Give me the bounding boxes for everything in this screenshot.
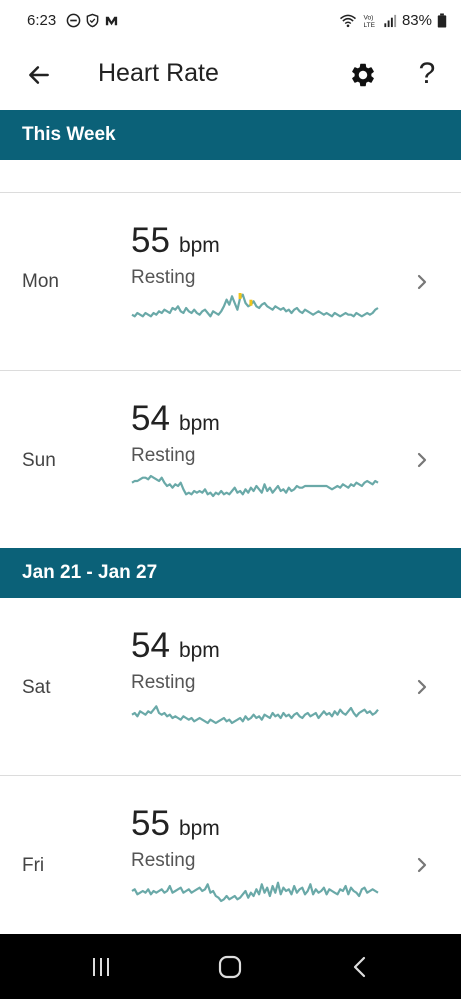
do-not-disturb-icon xyxy=(66,13,81,28)
heart-rate-sparkline xyxy=(131,881,379,903)
recent-apps-button[interactable] xyxy=(86,952,116,982)
day-row-mon[interactable]: Mon 55 bpm Resting xyxy=(0,193,461,369)
bpm-unit: bpm xyxy=(178,817,220,840)
battery-percent: 83% xyxy=(401,12,432,29)
bpm-value: 54 xyxy=(131,399,170,438)
sparkline-series xyxy=(131,881,379,903)
gear-icon xyxy=(352,63,374,87)
home-button[interactable] xyxy=(215,952,245,982)
bpm-value: 55 xyxy=(131,804,170,843)
bpm-value: 54 xyxy=(131,626,170,665)
heart-rate-sparkline xyxy=(131,705,379,725)
status-left-icons xyxy=(66,13,119,28)
battery-icon xyxy=(437,13,447,28)
bpm-reading: 54 bpm xyxy=(131,399,220,439)
sparkline-highlight xyxy=(249,299,253,306)
chevron-right-icon xyxy=(417,274,427,290)
resting-label: Resting xyxy=(131,850,196,871)
bpm-unit: bpm xyxy=(178,639,220,662)
volte-icon: Vo)LTE xyxy=(363,15,375,28)
day-label: Mon xyxy=(22,271,59,292)
day-label: Sun xyxy=(22,450,56,471)
day-row-sun[interactable]: Sun 54 bpm Resting xyxy=(0,371,461,547)
system-nav-bar xyxy=(0,934,461,999)
help-button[interactable]: ? xyxy=(408,52,446,96)
chevron-right-icon xyxy=(417,452,427,468)
chevron-right-icon xyxy=(417,857,427,873)
status-right: Vo) LTE 83% xyxy=(339,12,447,29)
page-title: Heart Rate xyxy=(98,59,219,87)
signal-icon xyxy=(384,14,397,28)
day-label: Fri xyxy=(22,855,45,876)
bpm-unit: bpm xyxy=(178,412,220,435)
day-row-sat[interactable]: Sat 54 bpm Resting xyxy=(0,598,461,774)
status-time: 6:23 xyxy=(27,12,57,29)
shield-icon xyxy=(86,13,99,28)
sparkline-series xyxy=(131,293,379,318)
recent-apps-icon xyxy=(93,958,109,976)
resting-label: Resting xyxy=(131,445,196,466)
section-header-jan-21-27: Jan 21 - Jan 27 xyxy=(0,548,461,598)
home-icon xyxy=(218,955,242,979)
status-bar: 6:23 Vo) LTE 83% xyxy=(0,0,461,44)
resting-label: Resting xyxy=(131,672,196,693)
heart-rate-sparkline xyxy=(131,474,379,498)
chevron-right-icon xyxy=(417,679,427,695)
svg-text:Vo): Vo) xyxy=(363,15,373,22)
bpm-reading: 55 bpm xyxy=(131,804,220,844)
wifi-icon xyxy=(339,14,356,28)
arrow-left-icon xyxy=(29,66,49,84)
bpm-unit: bpm xyxy=(178,234,220,257)
heart-rate-sparkline xyxy=(131,293,379,318)
bpm-reading: 54 bpm xyxy=(131,626,220,666)
section-header-this-week: This Week xyxy=(0,110,461,160)
bpm-value: 55 xyxy=(131,221,170,260)
svg-text:LTE: LTE xyxy=(363,22,375,28)
back-chevron-icon xyxy=(353,956,366,978)
resting-label: Resting xyxy=(131,267,196,288)
system-back-button[interactable] xyxy=(345,952,375,982)
sparkline-series xyxy=(131,474,379,498)
sparkline-highlight xyxy=(238,293,242,299)
bpm-reading: 55 bpm xyxy=(131,221,220,261)
app-bar: Heart Rate ? xyxy=(0,44,461,110)
app-notification-icon xyxy=(105,16,118,26)
settings-button[interactable] xyxy=(344,56,382,94)
sparkline-series xyxy=(131,705,379,725)
back-button[interactable] xyxy=(20,56,58,94)
day-row-fri[interactable]: Fri 55 bpm Resting xyxy=(0,776,461,952)
day-label: Sat xyxy=(22,677,51,698)
